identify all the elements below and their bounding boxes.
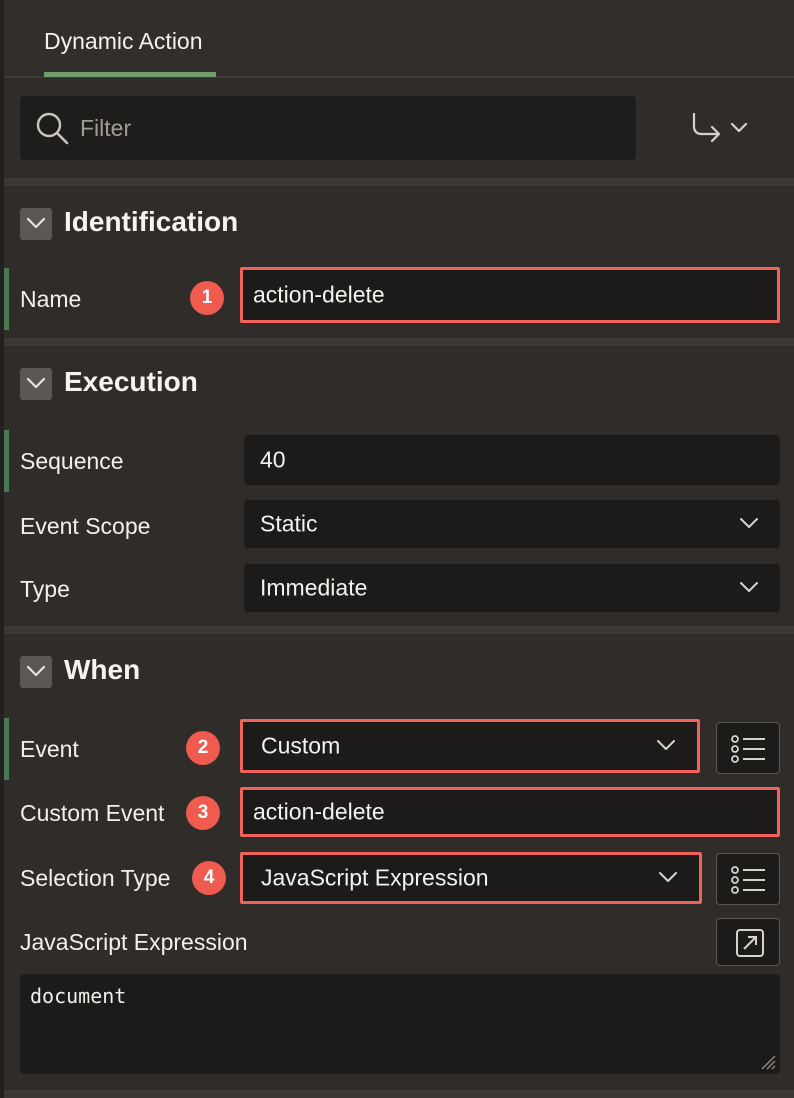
sequence-label: Sequence bbox=[20, 448, 124, 474]
callout-badge-3: 3 bbox=[186, 796, 220, 830]
sequence-value: 40 bbox=[260, 446, 286, 473]
callout-badge-4: 4 bbox=[192, 861, 226, 895]
event-list-button[interactable] bbox=[716, 722, 780, 774]
js-expression-editor[interactable]: document bbox=[20, 974, 780, 1074]
event-label: Event bbox=[20, 736, 79, 762]
open-in-dialog-icon bbox=[736, 929, 764, 957]
go-to-group-button[interactable] bbox=[688, 108, 758, 148]
tab-label: Dynamic Action bbox=[44, 28, 203, 54]
type-label: Type bbox=[20, 576, 70, 602]
name-label: Name bbox=[20, 286, 82, 312]
callout-badge-2: 2 bbox=[186, 731, 220, 765]
active-tab-indicator bbox=[44, 72, 216, 77]
chevron-down-icon bbox=[657, 740, 675, 750]
sequence-field[interactable]: 40 bbox=[244, 435, 780, 485]
event-scope-value: Static bbox=[260, 510, 318, 537]
required-indicator bbox=[4, 430, 9, 492]
type-value: Immediate bbox=[260, 574, 368, 601]
chevron-down-icon bbox=[740, 582, 758, 592]
section-title: Execution bbox=[64, 366, 198, 397]
section-title: Identification bbox=[64, 206, 239, 237]
filter-input[interactable] bbox=[80, 108, 620, 148]
filter-bar bbox=[4, 80, 794, 178]
search-icon bbox=[36, 112, 69, 145]
js-expression-value: document bbox=[30, 984, 127, 1008]
list-icon bbox=[731, 735, 765, 763]
chevron-down-icon bbox=[26, 377, 46, 389]
required-indicator bbox=[4, 268, 9, 330]
chevron-down-icon bbox=[740, 518, 758, 528]
section-divider bbox=[4, 626, 794, 634]
go-to-group-icon bbox=[692, 112, 748, 143]
name-field[interactable]: action-delete bbox=[240, 267, 780, 323]
list-icon bbox=[731, 866, 765, 894]
custom-event-label: Custom Event bbox=[20, 800, 165, 826]
chevron-down-icon bbox=[26, 665, 46, 677]
selection-type-list-button[interactable] bbox=[716, 853, 780, 905]
section-title: When bbox=[64, 654, 141, 685]
resize-handle-icon[interactable] bbox=[758, 1052, 776, 1070]
collapse-button[interactable] bbox=[20, 208, 52, 240]
section-divider bbox=[4, 338, 794, 346]
name-value: action-delete bbox=[253, 281, 385, 308]
chevron-down-icon bbox=[659, 872, 677, 882]
selection-type-select[interactable]: JavaScript Expression bbox=[240, 852, 702, 904]
collapse-button[interactable] bbox=[20, 368, 52, 400]
type-select[interactable]: Immediate bbox=[244, 564, 780, 612]
required-indicator bbox=[4, 718, 9, 780]
collapse-button[interactable] bbox=[20, 656, 52, 688]
section-divider bbox=[4, 1090, 794, 1098]
event-scope-label: Event Scope bbox=[20, 513, 151, 539]
event-scope-select[interactable]: Static bbox=[244, 500, 780, 548]
section-divider bbox=[4, 178, 794, 186]
event-value: Custom bbox=[261, 732, 341, 759]
filter-box[interactable] bbox=[20, 96, 636, 160]
chevron-down-icon bbox=[26, 217, 46, 229]
custom-event-value: action-delete bbox=[253, 798, 385, 825]
selection-type-value: JavaScript Expression bbox=[261, 864, 489, 891]
open-code-editor-button[interactable] bbox=[716, 918, 780, 966]
custom-event-field[interactable]: action-delete bbox=[240, 787, 780, 837]
callout-badge-1: 1 bbox=[190, 281, 224, 315]
event-select[interactable]: Custom bbox=[240, 719, 700, 773]
tab-bar: Dynamic Action bbox=[4, 0, 794, 78]
selection-type-label: Selection Type bbox=[20, 865, 171, 891]
tab-dynamic-action[interactable]: Dynamic Action bbox=[44, 0, 216, 78]
js-expression-label: JavaScript Expression bbox=[20, 929, 248, 955]
